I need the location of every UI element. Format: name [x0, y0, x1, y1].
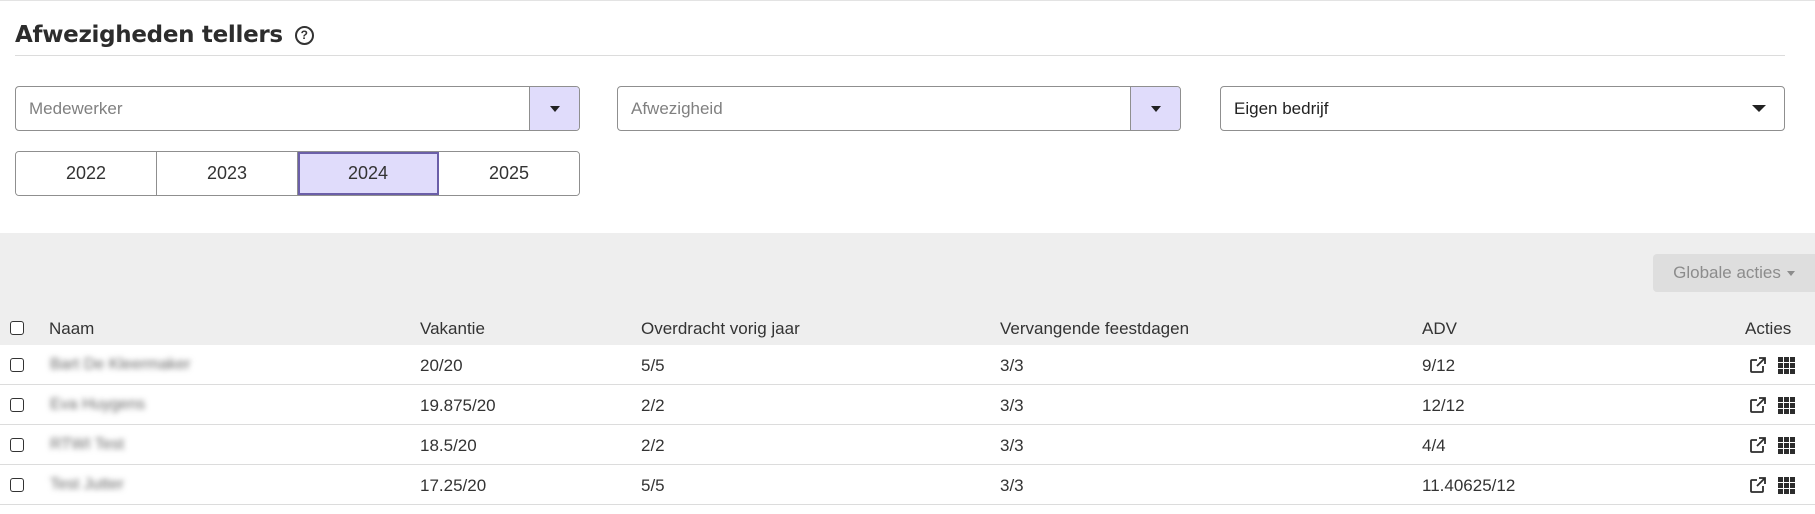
employee-dropdown-toggle[interactable]: [529, 87, 579, 130]
adv-cell: 12/12: [1422, 396, 1465, 415]
filter-panel: Afwezigheden tellers ? Medewerker Afwezi…: [0, 0, 1815, 233]
row-actions: [1748, 475, 1797, 495]
table-row: RTWI Test 18.5/20 2/2 3/3 4/4: [0, 425, 1815, 465]
overdracht-cell: 5/5: [641, 476, 665, 495]
vakantie-cell: 17.25/20: [420, 476, 487, 495]
chevron-down-icon: [549, 105, 560, 112]
column-header-overdracht[interactable]: Overdracht vorig jaar: [641, 319, 800, 339]
grid-icon[interactable]: [1778, 356, 1797, 374]
global-actions-button[interactable]: Globale acties: [1653, 254, 1815, 292]
year-2024[interactable]: 2024: [298, 152, 439, 195]
grid-icon[interactable]: [1778, 396, 1797, 414]
external-link-icon[interactable]: [1748, 395, 1768, 415]
year-2025[interactable]: 2025: [439, 152, 579, 195]
help-icon[interactable]: ?: [294, 25, 314, 45]
employee-name[interactable]: Bart De Kleermaker: [50, 356, 191, 374]
column-header-vakantie[interactable]: Vakantie: [420, 319, 485, 339]
absence-select[interactable]: Afwezigheid: [617, 86, 1181, 131]
company-select[interactable]: Eigen bedrijf: [1220, 86, 1785, 131]
year-selector: 2022 2023 2024 2025: [15, 151, 580, 196]
employee-select[interactable]: Medewerker: [15, 86, 580, 131]
row-checkbox[interactable]: [10, 358, 24, 372]
feestdagen-cell: 3/3: [1000, 356, 1024, 375]
select-all-checkbox[interactable]: [10, 321, 24, 335]
adv-cell: 4/4: [1422, 436, 1446, 455]
company-dropdown-toggle[interactable]: [1734, 87, 1784, 130]
table-header: Naam Vakantie Overdracht vorig jaar Verv…: [0, 313, 1815, 345]
row-checkbox[interactable]: [10, 398, 24, 412]
row-checkbox[interactable]: [10, 478, 24, 492]
company-value: Eigen bedrijf: [1234, 98, 1329, 118]
vakantie-cell: 20/20: [420, 356, 463, 375]
vakantie-cell: 19.875/20: [420, 396, 496, 415]
vakantie-cell: 18.5/20: [420, 436, 477, 455]
row-actions: [1748, 355, 1797, 375]
overdracht-cell: 2/2: [641, 436, 665, 455]
column-header-adv[interactable]: ADV: [1422, 319, 1457, 339]
feestdagen-cell: 3/3: [1000, 396, 1024, 415]
feestdagen-cell: 3/3: [1000, 476, 1024, 495]
page-title: Afwezigheden tellers: [15, 22, 283, 48]
grid-icon[interactable]: [1778, 476, 1797, 494]
row-actions: [1748, 435, 1797, 455]
employee-name[interactable]: Eva Huygens: [50, 396, 145, 414]
feestdagen-cell: 3/3: [1000, 436, 1024, 455]
employee-name[interactable]: RTWI Test: [50, 436, 124, 454]
table-row: Bart De Kleermaker 20/20 5/5 3/3 9/12: [0, 345, 1815, 385]
adv-cell: 9/12: [1422, 356, 1456, 375]
year-2023[interactable]: 2023: [157, 152, 298, 195]
row-actions: [1748, 395, 1797, 415]
external-link-icon[interactable]: [1748, 435, 1768, 455]
year-2022[interactable]: 2022: [16, 152, 157, 195]
employee-name[interactable]: Test Jutter: [50, 476, 124, 494]
grid-icon[interactable]: [1778, 436, 1797, 454]
adv-cell: 11.40625/12: [1422, 476, 1516, 495]
title-divider: [15, 55, 1785, 56]
table-row: Eva Huygens 19.875/20 2/2 3/3 12/12: [0, 385, 1815, 425]
external-link-icon[interactable]: [1748, 475, 1768, 495]
chevron-down-icon: [1150, 105, 1161, 112]
table-row: Test Jutter 17.25/20 5/5 3/3 11.40625/12: [0, 465, 1815, 505]
chevron-down-icon: [1786, 270, 1795, 276]
column-header-feestdagen[interactable]: Vervangende feestdagen: [1000, 319, 1189, 339]
absence-dropdown-toggle[interactable]: [1130, 87, 1180, 130]
column-header-naam[interactable]: Naam: [49, 319, 94, 339]
employee-placeholder: Medewerker: [29, 98, 123, 118]
title-row: Afwezigheden tellers ?: [15, 15, 314, 55]
absence-placeholder: Afwezigheid: [631, 98, 723, 118]
global-actions-label: Globale acties: [1673, 263, 1781, 282]
overdracht-cell: 2/2: [641, 396, 665, 415]
external-link-icon[interactable]: [1748, 355, 1768, 375]
column-header-acties: Acties: [1745, 319, 1792, 338]
overdracht-cell: 5/5: [641, 356, 665, 375]
chevron-down-icon: [1752, 105, 1766, 112]
row-checkbox[interactable]: [10, 438, 24, 452]
